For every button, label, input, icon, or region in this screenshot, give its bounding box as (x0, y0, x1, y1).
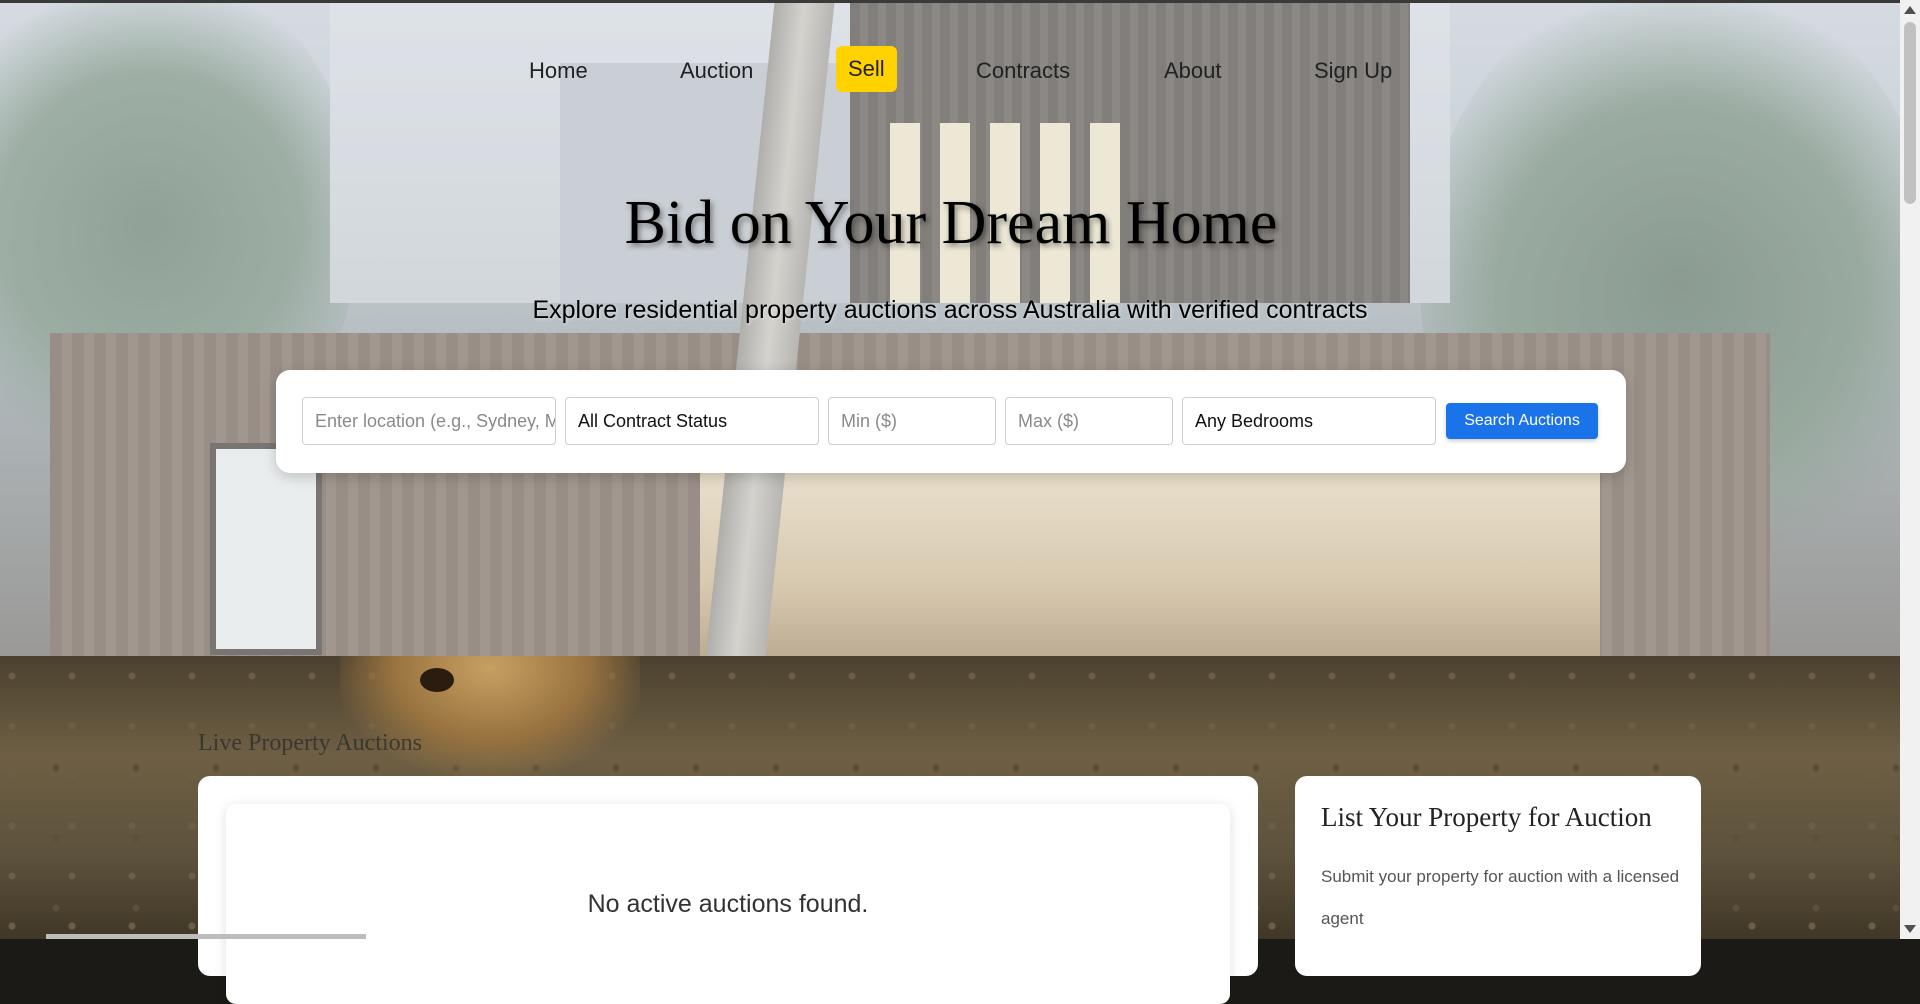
live-auctions-heading: Live Property Auctions (198, 730, 422, 756)
nav-sell-link[interactable]: Sell (836, 46, 897, 92)
nav-home-link[interactable]: Home (529, 52, 588, 90)
max-price-input[interactable]: Max ($) (1005, 397, 1173, 445)
vertical-scrollbar[interactable] (1900, 0, 1920, 939)
nav-auction-link[interactable]: Auction (680, 52, 753, 90)
scroll-up-arrow-icon[interactable] (1904, 6, 1916, 14)
location-input-placeholder: Enter location (e.g., Sydney, Melbourne) (315, 410, 555, 431)
nav-contracts-link[interactable]: Contracts (976, 52, 1070, 90)
hero-subtitle: Explore residential property auctions ac… (532, 296, 1368, 324)
contract-status-value: All Contract Status (578, 410, 728, 431)
max-price-placeholder: Max ($) (1018, 410, 1080, 431)
scroll-down-arrow-icon[interactable] (1904, 925, 1916, 933)
auctions-list-panel: No active auctions found. (198, 776, 1258, 1004)
hero-title: Bid on Your Dream Home (624, 189, 1278, 257)
scrollbar-thumb[interactable] (1904, 22, 1916, 204)
nav-signup-link[interactable]: Sign Up (1314, 52, 1392, 90)
horizontal-scrollbar-thumb[interactable] (46, 934, 366, 939)
location-input[interactable]: Enter location (e.g., Sydney, Melbourne) (302, 397, 556, 445)
search-auctions-button[interactable]: Search Auctions (1446, 403, 1598, 439)
kangaroo-background-image (340, 656, 640, 776)
contract-status-select[interactable]: All Contract Status (565, 397, 819, 445)
bedrooms-select[interactable]: Any Bedrooms (1182, 397, 1436, 445)
list-property-title: List Your Property for Auction (1321, 802, 1652, 832)
list-property-description: Submit your property for auction with a … (1321, 867, 1680, 928)
auction-search-bar: Enter location (e.g., Sydney, Melbourne)… (276, 370, 1626, 473)
nav-about-link[interactable]: About (1164, 52, 1222, 90)
top-navigation: Home Auction Sell Contracts About Sign U… (0, 40, 1900, 100)
empty-state-card: No active auctions found. (226, 804, 1230, 1004)
min-price-input[interactable]: Min ($) (828, 397, 996, 445)
list-property-card: List Your Property for Auction Submit yo… (1295, 776, 1701, 976)
min-price-placeholder: Min ($) (841, 410, 898, 431)
empty-state-message: No active auctions found. (587, 890, 869, 918)
bedrooms-value: Any Bedrooms (1195, 410, 1314, 431)
